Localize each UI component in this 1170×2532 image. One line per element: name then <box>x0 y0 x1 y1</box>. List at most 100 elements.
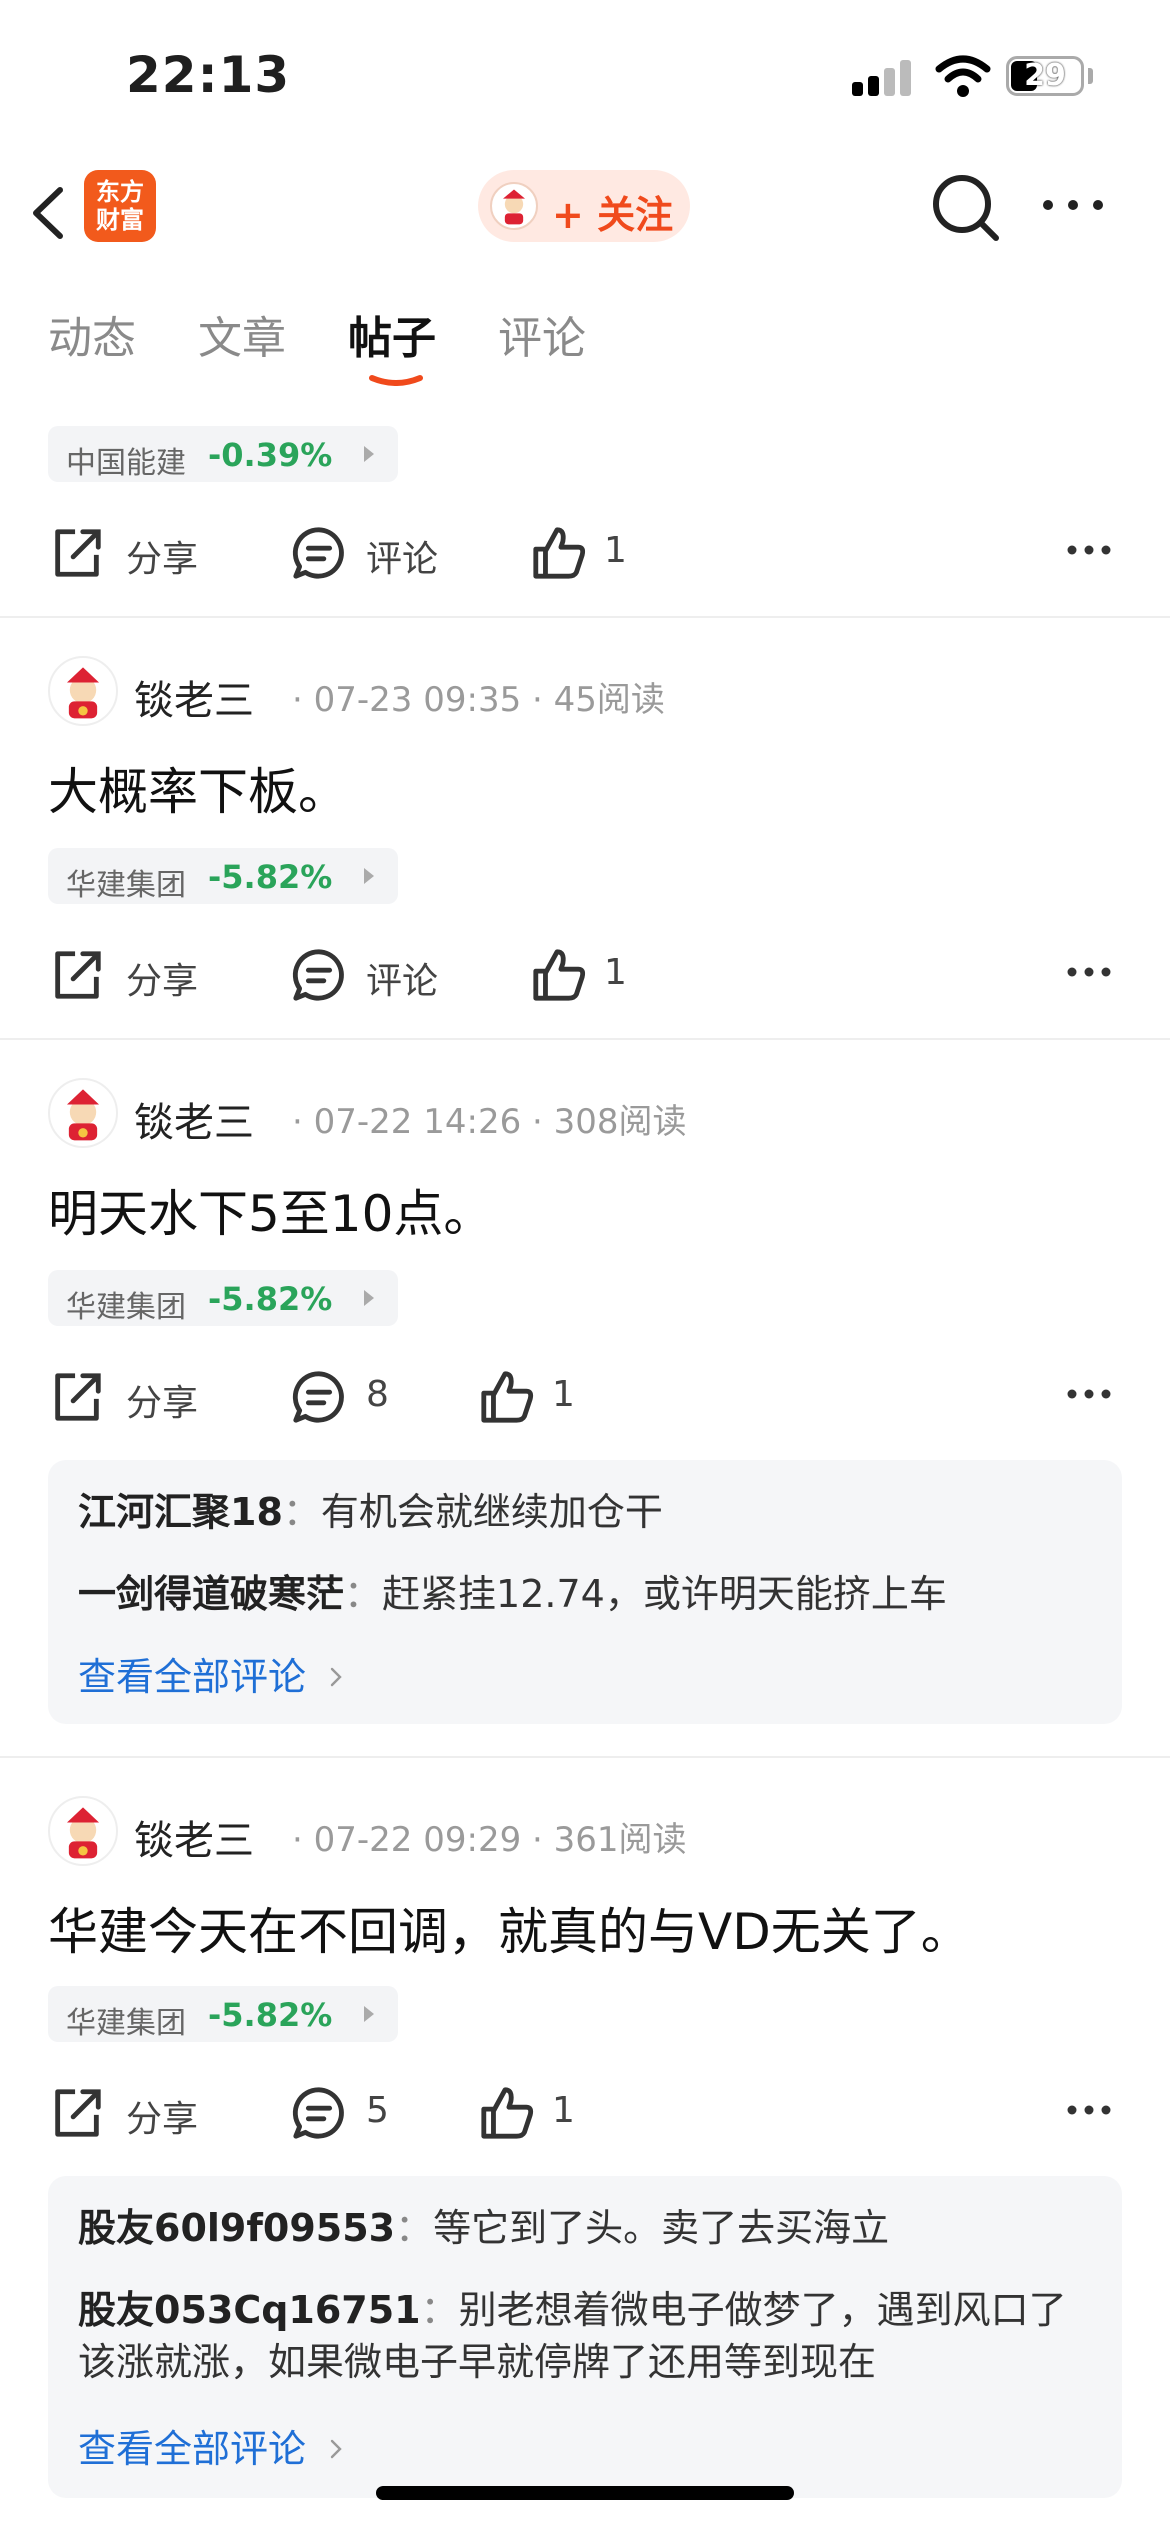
post-more-icon[interactable] <box>1066 540 1112 560</box>
comment-count: 评论 <box>366 539 439 580</box>
author-name[interactable]: 锬老三 <box>134 668 254 726</box>
comment-separator: ： <box>344 1572 383 1616</box>
post-meta: · 07-22 09:29 · 361阅读 <box>292 1812 687 1861</box>
stock-change: -5.82% <box>208 1996 333 2034</box>
comment-button[interactable]: 评论 <box>290 934 450 1014</box>
comment-button[interactable]: 评论 <box>290 512 450 592</box>
share-button[interactable]: 分享 <box>48 1356 208 1436</box>
thumbs-up-icon <box>481 2087 534 2139</box>
author-avatar[interactable] <box>48 656 118 726</box>
profile-tabs: 动态 文章 帖子 评论 <box>0 292 1170 392</box>
follow-button[interactable]: + 关注 <box>478 170 690 242</box>
cellular-signal-icon <box>852 60 912 96</box>
comment-separator: ： <box>420 2288 459 2332</box>
search-icon[interactable] <box>928 170 1004 246</box>
comment-preview[interactable]: 一剑得道破寒茫：赶紧挂12.74，或许明天能挤上车 <box>78 1568 1092 1620</box>
share-button[interactable]: 分享 <box>48 512 208 592</box>
more-options-icon[interactable] <box>1038 190 1108 220</box>
view-all-comments-link[interactable]: 查看全部评论 <box>78 2418 344 2473</box>
post-more-icon[interactable] <box>1066 1384 1112 1404</box>
stock-chip[interactable]: 华建集团 -5.82% <box>48 1986 398 2042</box>
comment-button[interactable]: 8 <box>290 1356 430 1436</box>
share-label: 分享 <box>126 2099 199 2140</box>
stock-change: -5.82% <box>208 858 333 896</box>
author-name[interactable]: 锬老三 <box>134 1808 254 1866</box>
stock-chip[interactable]: 中国能建 -0.39% <box>48 426 398 482</box>
stock-name: 华建集团 <box>66 868 186 903</box>
comment-user[interactable]: 股友053Cq16751 <box>78 2288 421 2332</box>
stock-name: 中国能建 <box>66 446 186 481</box>
comment-preview-box[interactable]: 江河汇聚18：有机会就继续加仓干 一剑得道破寒茫：赶紧挂12.74，或许明天能挤… <box>48 1460 1122 1724</box>
post-actions: 分享 8 1 <box>0 1356 1170 1436</box>
post-text[interactable]: 华建今天在不回调，就真的与VD无关了。 <box>48 1892 971 1964</box>
comment-count: 评论 <box>366 961 439 1002</box>
post-meta: · 07-22 14:26 · 308阅读 <box>292 1094 687 1143</box>
share-button[interactable]: 分享 <box>48 934 208 1014</box>
tab-articles[interactable]: 文章 <box>198 302 286 366</box>
active-tab-indicator <box>369 375 423 386</box>
tab-comments[interactable]: 评论 <box>498 302 586 366</box>
post-text[interactable]: 大概率下板。 <box>48 752 348 824</box>
meta-separator: · <box>292 680 303 720</box>
battery-level: 29 <box>1024 58 1066 93</box>
like-button[interactable]: 1 <box>478 2072 598 2152</box>
comment-user[interactable]: 江河汇聚18 <box>78 1490 283 1534</box>
chip-arrow-icon <box>364 446 374 462</box>
like-button[interactable]: 1 <box>478 1356 598 1436</box>
home-indicator[interactable] <box>376 2486 794 2500</box>
thumbs-up-icon <box>533 949 586 1001</box>
comment-count: 5 <box>366 2090 389 2131</box>
post-more-icon[interactable] <box>1066 2100 1112 2120</box>
chevron-right-icon <box>330 1667 342 1687</box>
post-header: 锬老三 · 07-23 09:35 · 45阅读 <box>48 656 1128 728</box>
comment-user[interactable]: 一剑得道破寒茫 <box>78 1572 344 1616</box>
post-divider <box>0 616 1170 618</box>
comment-preview[interactable]: 江河汇聚18：有机会就继续加仓干 <box>78 1486 1092 1538</box>
post-text[interactable]: 明天水下5至10点。 <box>48 1174 493 1246</box>
back-chevron-icon[interactable] <box>26 178 70 248</box>
meta-separator: · <box>532 1820 543 1860</box>
comment-preview[interactable]: 股友60l9f09553：等它到了头。卖了去买海立 <box>78 2202 1092 2254</box>
post-header: 锬老三 · 07-22 14:26 · 308阅读 <box>48 1078 1128 1150</box>
top-nav-bar: 东方 财富 + 关注 <box>0 160 1170 270</box>
user-avatar-small <box>490 182 538 230</box>
comment-button[interactable]: 5 <box>290 2072 430 2152</box>
view-all-comments-link[interactable]: 查看全部评论 <box>78 1646 344 1701</box>
comment-separator: ： <box>282 1490 321 1534</box>
chip-arrow-icon <box>364 2006 374 2022</box>
like-button[interactable]: 1 <box>530 512 650 592</box>
post-more-icon[interactable] <box>1066 962 1112 982</box>
share-icon <box>55 1373 101 1421</box>
author-avatar[interactable] <box>48 1796 118 1866</box>
app-logo[interactable]: 东方 财富 <box>84 170 156 242</box>
stock-change: -0.39% <box>208 436 333 474</box>
view-all-label: 查看全部评论 <box>78 1655 307 1699</box>
tab-dynamics[interactable]: 动态 <box>48 302 136 366</box>
post-time: 07-23 09:35 <box>313 680 522 720</box>
author-avatar[interactable] <box>48 1078 118 1148</box>
comment-user[interactable]: 股友60l9f09553 <box>78 2206 395 2250</box>
author-name[interactable]: 锬老三 <box>134 1090 254 1148</box>
tab-posts[interactable]: 帖子 <box>348 302 436 366</box>
share-button[interactable]: 分享 <box>48 2072 208 2152</box>
stock-name: 华建集团 <box>66 2006 186 2041</box>
post-divider <box>0 1756 1170 1758</box>
like-count: 1 <box>552 1374 575 1415</box>
comment-separator: ： <box>395 2206 434 2250</box>
share-label: 分享 <box>126 961 199 1002</box>
stock-chip[interactable]: 华建集团 -5.82% <box>48 1270 398 1326</box>
stock-change: -5.82% <box>208 1280 333 1318</box>
post-header: 锬老三 · 07-22 09:29 · 361阅读 <box>48 1796 1128 1868</box>
comment-preview[interactable]: 股友053Cq16751：别老想着微电子做梦了，遇到风口了该涨就涨，如果微电子早… <box>78 2284 1092 2388</box>
stock-chip[interactable]: 华建集团 -5.82% <box>48 848 398 904</box>
comment-count: 8 <box>366 1374 389 1415</box>
post-time: 07-22 09:29 <box>313 1820 522 1860</box>
share-icon <box>55 2089 101 2137</box>
post-reads: 45阅读 <box>553 680 665 720</box>
status-time: 22:13 <box>126 46 291 104</box>
like-button[interactable]: 1 <box>530 934 650 1014</box>
meta-separator: · <box>532 680 543 720</box>
post-actions: 分享 5 1 <box>0 2072 1170 2152</box>
comment-preview-box[interactable]: 股友60l9f09553：等它到了头。卖了去买海立 股友053Cq16751：别… <box>48 2176 1122 2498</box>
stock-name: 华建集团 <box>66 1290 186 1325</box>
